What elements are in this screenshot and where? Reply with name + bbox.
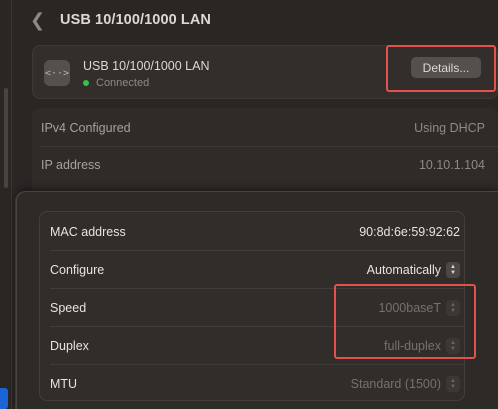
chevron-updown-icon: ▲ ▼ [446, 375, 460, 392]
service-name: USB 10/100/1000 LAN [83, 59, 210, 73]
hardware-settings-card: MAC address 90:8d:6e:59:92:62 Configure … [39, 211, 465, 401]
chevron-updown-icon: ▲ ▼ [446, 261, 460, 278]
status-label: Connected [96, 77, 150, 89]
chevron-updown-icon: ▲ ▼ [446, 337, 460, 354]
details-sheet: MAC address 90:8d:6e:59:92:62 Configure … [16, 191, 498, 409]
mtu-value: Standard (1500) [350, 376, 441, 391]
info-value: Using DHCP [414, 121, 485, 135]
mtu-popup[interactable]: Standard (1500) ▲ ▼ [350, 375, 460, 392]
row-label: Configure [50, 262, 105, 277]
row-label: MAC address [50, 224, 126, 239]
speed-value: 1000baseT [378, 300, 441, 315]
screen: ❮ USB 10/100/1000 LAN <··> USB 10/100/10… [0, 0, 498, 409]
network-service-card: <··> USB 10/100/1000 LAN Connected Detai… [32, 45, 498, 99]
page-title: USB 10/100/1000 LAN [60, 12, 212, 28]
info-value: 10.10.1.104 [418, 158, 485, 172]
configure-value: Automatically [366, 262, 441, 277]
page-header: ❮ USB 10/100/1000 LAN [30, 6, 211, 34]
row-duplex: Duplex full-duplex ▲ ▼ [40, 327, 466, 364]
row-configure: Configure Automatically ▲ ▼ [40, 251, 466, 288]
background-window-edge [0, 0, 12, 409]
back-chevron-icon[interactable]: ❮ [30, 10, 52, 31]
speed-popup[interactable]: 1000baseT ▲ ▼ [378, 299, 460, 316]
duplex-popup[interactable]: full-duplex ▲ ▼ [384, 337, 460, 354]
duplex-value: full-duplex [384, 338, 441, 353]
connection-status: Connected [83, 77, 149, 89]
chevron-updown-icon: ▲ ▼ [446, 299, 460, 316]
row-speed: Speed 1000baseT ▲ ▼ [40, 289, 466, 326]
selected-sidebar-item-edge[interactable] [0, 388, 8, 409]
info-label: IPv4 Configured [41, 121, 131, 135]
info-row-ip-address: IP address 10.10.1.104 [32, 147, 498, 183]
row-mtu: MTU Standard (1500) ▲ ▼ [40, 365, 466, 402]
info-row-ipv4: IPv4 Configured Using DHCP [32, 110, 498, 146]
scrollbar[interactable] [4, 88, 8, 188]
details-button[interactable]: Details... [411, 57, 481, 78]
row-label: Speed [50, 300, 87, 315]
row-mac-address: MAC address 90:8d:6e:59:92:62 [40, 213, 466, 250]
status-dot-icon [83, 80, 89, 86]
configure-popup[interactable]: Automatically ▲ ▼ [366, 261, 460, 278]
info-label: IP address [41, 158, 101, 172]
row-label: Duplex [50, 338, 89, 353]
ethernet-icon: <··> [44, 60, 70, 86]
row-label: MTU [50, 376, 78, 391]
mac-address-value: 90:8d:6e:59:92:62 [359, 224, 460, 239]
